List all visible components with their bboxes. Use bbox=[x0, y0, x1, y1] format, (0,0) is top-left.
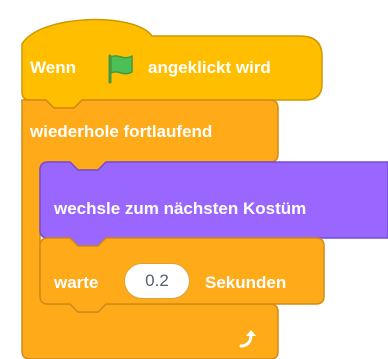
forever-label: wiederhole fortlaufend bbox=[30, 122, 213, 141]
script-stack bbox=[21, 18, 388, 359]
green-flag-icon bbox=[104, 52, 140, 89]
event-suffix-label: angeklickt wird bbox=[148, 58, 271, 77]
wait-suffix-label: Sekunden bbox=[205, 273, 287, 292]
wait-prefix-label: warte bbox=[54, 273, 99, 292]
wait-seconds-input[interactable]: 0.2 bbox=[124, 263, 190, 299]
loop-arrow-icon bbox=[236, 326, 262, 357]
code-area: Wenn angeklickt wird wiederhole fortlauf… bbox=[0, 0, 388, 359]
next-costume-label: wechsle zum nächsten Kostüm bbox=[54, 199, 307, 218]
event-prefix-label: Wenn bbox=[30, 58, 76, 77]
